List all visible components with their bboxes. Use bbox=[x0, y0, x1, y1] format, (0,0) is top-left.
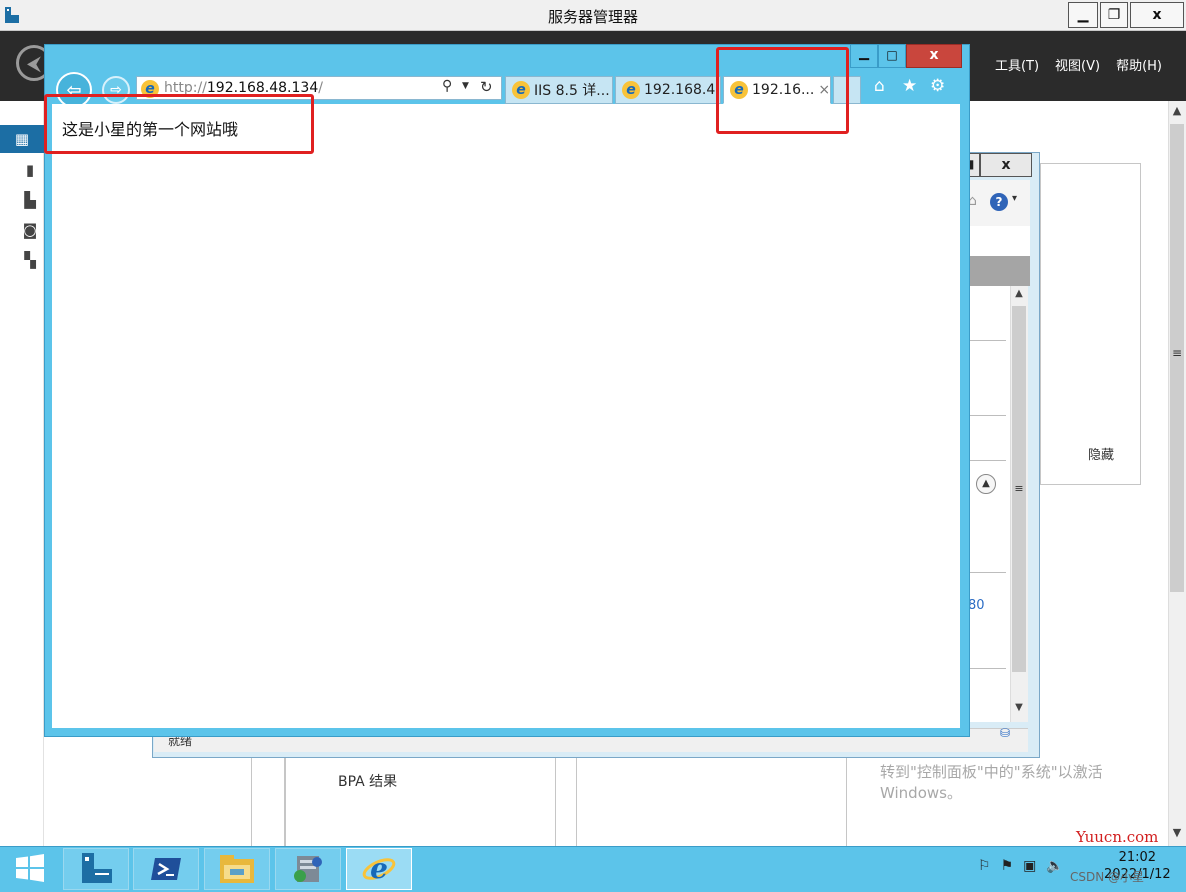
refresh-icon[interactable]: ↻ bbox=[480, 78, 493, 96]
minimize-button[interactable]: ▁ bbox=[1068, 2, 1098, 28]
scrollbar-grip-icon: ≡ bbox=[1171, 346, 1183, 360]
dashboard-icon[interactable]: ▦ bbox=[0, 125, 44, 153]
divider bbox=[970, 415, 1006, 416]
iis-role-icon[interactable]: ◙ bbox=[20, 219, 40, 241]
taskbar-iis-manager-button[interactable] bbox=[275, 848, 341, 890]
network-status-icon[interactable]: ⚐ bbox=[978, 858, 991, 874]
menu-tools[interactable]: 工具(T) bbox=[995, 55, 1039, 74]
powershell-icon bbox=[151, 858, 181, 880]
svg-text:e: e bbox=[370, 852, 388, 885]
dashboard-tile bbox=[285, 757, 556, 846]
bpa-results-link[interactable]: BPA 结果 bbox=[338, 771, 397, 791]
volume-icon[interactable]: 🔈 bbox=[1046, 858, 1063, 874]
clock-time: 21:02 bbox=[1118, 850, 1157, 865]
local-server-icon[interactable]: ▮ bbox=[20, 159, 40, 181]
divider bbox=[970, 572, 1006, 573]
dashboard-tile bbox=[576, 757, 847, 846]
tab-label: IIS 8.5 详... bbox=[534, 83, 610, 99]
browser-tab[interactable]: e 192.168.4... bbox=[615, 76, 721, 104]
network-icon: ⛁ bbox=[1000, 726, 1011, 740]
menu-view[interactable]: 视图(V) bbox=[1055, 55, 1100, 74]
browser-tab[interactable]: e IIS 8.5 详... bbox=[505, 76, 613, 104]
taskbar-powershell-button[interactable] bbox=[133, 848, 199, 890]
dashboard-tile-edge bbox=[251, 757, 285, 846]
gear-icon[interactable]: ⚙ bbox=[930, 76, 945, 96]
menu-bar: 工具(T) 视图(V) 帮助(H) bbox=[995, 55, 1162, 74]
scrollbar-grip-icon: ≡ bbox=[1014, 482, 1024, 495]
chevron-down-icon[interactable]: ▼ bbox=[462, 81, 469, 91]
scroll-up-arrow-icon[interactable]: ▲ bbox=[1010, 288, 1028, 299]
file-storage-icon[interactable]: ▚ bbox=[20, 249, 40, 271]
activation-instruction-2: Windows。 bbox=[880, 784, 962, 802]
annotation-box-page-text bbox=[44, 94, 314, 154]
ie-minimize-button[interactable]: ▁ bbox=[850, 44, 878, 68]
folder-icon bbox=[220, 855, 254, 883]
activation-instruction: 转到"控制面板"中的"系统"以激活 bbox=[880, 763, 1103, 781]
ie-maximize-button[interactable]: □ bbox=[878, 44, 906, 68]
search-icon[interactable]: ⚲ bbox=[442, 78, 452, 94]
menu-help[interactable]: 帮助(H) bbox=[1116, 55, 1162, 74]
help-icon[interactable]: ? bbox=[990, 193, 1008, 211]
internet-explorer-icon: e bbox=[362, 852, 396, 885]
chevron-down-icon[interactable]: ▾ bbox=[1012, 193, 1017, 204]
taskbar-internet-explorer-button[interactable]: e bbox=[346, 848, 412, 890]
close-button[interactable]: x bbox=[1130, 2, 1184, 28]
tab-label: 192.168.4... bbox=[644, 82, 721, 98]
collapse-icon[interactable]: ▲ bbox=[976, 474, 996, 494]
site-watermark: Yuucn.com bbox=[1076, 828, 1159, 846]
favorites-star-icon[interactable]: ★ bbox=[902, 76, 917, 96]
restore-button[interactable]: ❐ bbox=[1100, 2, 1128, 28]
divider bbox=[970, 340, 1006, 341]
monitor-icon[interactable]: ▣ bbox=[1023, 858, 1036, 874]
iis-manager-icon bbox=[294, 856, 322, 882]
server-manager-icon bbox=[82, 853, 112, 883]
ie-logo-icon: e bbox=[622, 81, 640, 99]
windows-start-icon[interactable] bbox=[14, 852, 46, 884]
divider bbox=[970, 460, 1006, 461]
iis-address-strip bbox=[968, 226, 1030, 256]
ie-logo-icon: e bbox=[512, 81, 530, 99]
system-tray: ⚐ ⚑ ▣ 🔈 bbox=[978, 858, 1064, 874]
scroll-up-arrow-icon[interactable]: ▲ bbox=[1168, 104, 1186, 122]
iis-section-header bbox=[968, 256, 1030, 286]
web-page-viewport bbox=[52, 104, 960, 728]
binding-port-link[interactable]: 80 bbox=[968, 598, 985, 613]
server-manager-titlebar: 服务器管理器 bbox=[0, 0, 1186, 31]
taskbar-server-manager-button[interactable] bbox=[63, 848, 129, 890]
taskbar-file-explorer-button[interactable] bbox=[204, 848, 270, 890]
iis-close-button[interactable]: x bbox=[980, 153, 1032, 177]
action-center-icon[interactable]: ⚑ bbox=[1001, 858, 1014, 874]
scroll-down-arrow-icon[interactable]: ▼ bbox=[1168, 826, 1186, 844]
scroll-down-arrow-icon[interactable]: ▼ bbox=[1010, 702, 1028, 713]
annotation-box-active-tab bbox=[716, 47, 849, 134]
home-icon[interactable]: ⌂ bbox=[874, 76, 885, 96]
divider bbox=[970, 668, 1006, 669]
all-servers-icon[interactable]: ▙ bbox=[20, 189, 40, 211]
sidebar: ▦ ▮ ▙ ◙ ▚ bbox=[0, 101, 44, 846]
ie-close-button[interactable]: x bbox=[906, 44, 962, 68]
csdn-watermark: CSDN @小星 bbox=[1070, 870, 1145, 884]
iis-content-pane bbox=[968, 286, 1010, 722]
hide-link[interactable]: 隐藏 bbox=[1088, 444, 1114, 463]
window-title: 服务器管理器 bbox=[547, 8, 638, 26]
side-panel bbox=[1040, 163, 1141, 485]
